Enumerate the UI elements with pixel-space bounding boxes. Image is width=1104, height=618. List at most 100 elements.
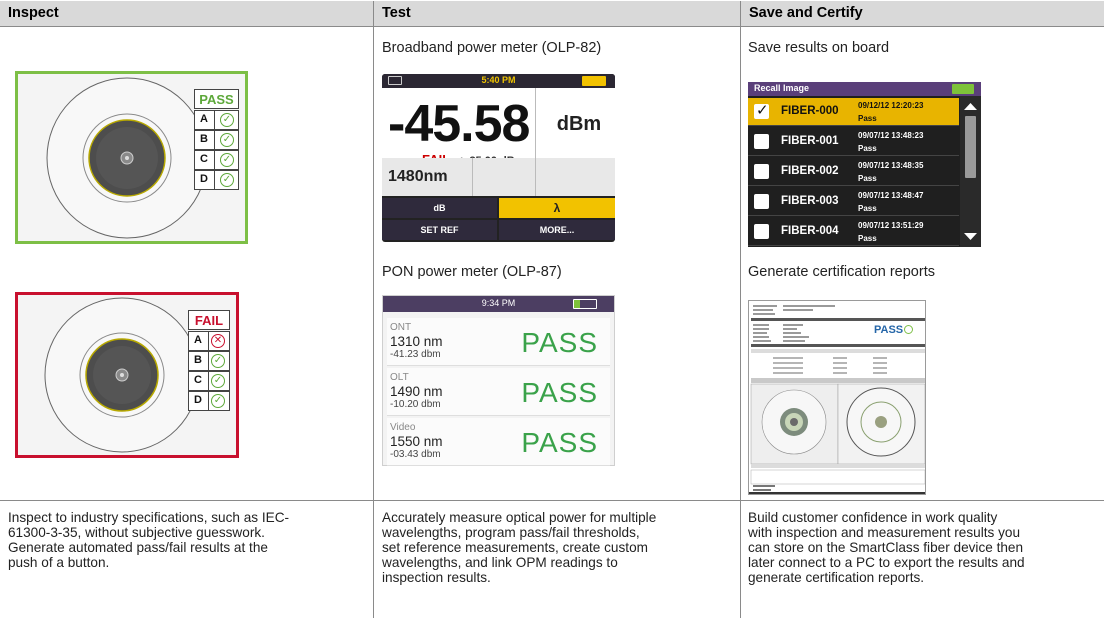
reading-panel: -45.58 dBm FAIL < -35.00 dBm [382, 88, 615, 167]
file-date: 09/07/12 13:48:23 [858, 131, 924, 140]
battery-icon [573, 299, 597, 309]
lambda-button[interactable]: λ [499, 198, 615, 218]
file-row[interactable]: FIBER-001 09/07/12 13:48:23 Pass [748, 128, 959, 156]
clock: 5:40 PM [481, 75, 516, 85]
zone-divider [208, 392, 209, 410]
title-bar: Recall Image [748, 82, 981, 96]
checkbox[interactable] [754, 224, 769, 239]
check-circle-icon: ✓ [220, 133, 234, 147]
zone-divider [214, 111, 215, 129]
file-name: FIBER-000 [781, 105, 839, 117]
file-date: 09/07/12 13:51:29 [858, 221, 924, 230]
file-row[interactable]: ✓ FIBER-000 09/12/12 12:20:23 Pass [748, 98, 959, 126]
db-button[interactable]: dB [382, 198, 497, 218]
check-circle-icon: ✓ [211, 354, 225, 368]
battery-fill [574, 300, 580, 308]
measurement-result: PASS [521, 427, 598, 458]
file-name: FIBER-003 [781, 195, 839, 207]
report-verdict-text: PASS [874, 324, 904, 336]
zone-row: D ✓ [194, 170, 239, 190]
zone-divider [214, 171, 215, 189]
file-date: 09/12/12 12:20:23 [858, 101, 924, 110]
caption-save-results: Save results on board [748, 40, 890, 56]
zone-label: A [194, 334, 202, 346]
certification-report-image: PASS [748, 300, 926, 495]
inspect-description: Inspect to industry specifications, such… [8, 510, 368, 570]
file-name: FIBER-002 [781, 165, 839, 177]
verdict-pass-label: PASS [194, 89, 239, 109]
more-button[interactable]: MORE... [499, 220, 615, 240]
zone-row: B ✓ [194, 130, 239, 150]
description-line: inspection results. [382, 570, 491, 585]
measurement-wavelength: 1310 nm [390, 334, 443, 349]
zone-row: D ✓ [188, 391, 230, 411]
description-line: later connect to a PC to export the resu… [748, 555, 1025, 570]
checkbox[interactable] [754, 134, 769, 149]
wavelength-value: 1480nm [388, 168, 448, 185]
olp82-screen: 5:40 PM -45.58 dBm FAIL < -35.00 dBm 148… [382, 74, 615, 242]
description-line: with inspection and measurement results … [748, 525, 1021, 540]
description-line: generate certification reports. [748, 570, 925, 585]
measurement-row: ONT 1310 nm -41.23 dbm PASS [387, 318, 610, 366]
file-date: 09/07/12 13:48:35 [858, 161, 924, 170]
power-unit: dBm [556, 113, 602, 135]
description-line: Inspect to industry specifications, such… [8, 510, 290, 525]
caption-certification: Generate certification reports [748, 264, 935, 280]
description-line: set reference measurements, create custo… [382, 540, 648, 555]
measurement-row: Video 1550 nm -03.43 dbm PASS [387, 418, 610, 466]
file-name: FIBER-001 [781, 135, 839, 147]
zone-row: A ✕ [188, 331, 230, 351]
measurement-result: PASS [521, 377, 598, 408]
panel-divider [535, 88, 536, 158]
caption-broadband: Broadband power meter (OLP-82) [382, 40, 602, 56]
checkmark-icon: ✓ [756, 102, 769, 119]
file-row[interactable]: FIBER-004 09/07/12 13:51:29 Pass [748, 218, 959, 246]
check-circle-icon: ✓ [211, 374, 225, 388]
zone-row: B ✓ [188, 351, 230, 371]
header-test: Test [374, 1, 740, 26]
set-ref-button[interactable]: SET REF [382, 220, 497, 240]
description-line: can store on the SmartClass fiber device… [748, 540, 1024, 555]
measurement-label: Video [390, 422, 416, 433]
measurement-row: OLT 1490 nm -10.20 dbm PASS [387, 368, 610, 416]
inspection-pass-image: PASS A ✓ B ✓ C ✓ D ✓ [15, 71, 248, 244]
caption-pon: PON power meter (OLP-87) [382, 264, 562, 280]
description-line: 61300-3-35, without subjective guesswork… [8, 525, 265, 540]
file-status: Pass [858, 144, 877, 153]
checkbox[interactable] [754, 164, 769, 179]
file-row[interactable]: FIBER-003 09/07/12 13:48:47 Pass [748, 188, 959, 216]
zone-divider [208, 332, 209, 350]
scrollbar[interactable] [960, 96, 981, 247]
measurement-power: -03.43 dbm [390, 449, 441, 460]
status-bar: 5:40 PM [382, 74, 615, 88]
checkbox[interactable] [754, 194, 769, 209]
description-line: wavelengths, and link OPM readings to [382, 555, 618, 570]
zone-label: C [194, 374, 202, 386]
zone-divider [208, 352, 209, 370]
check-circle-icon: ✓ [220, 113, 234, 127]
zone-row: C ✓ [188, 371, 230, 391]
row-divider [0, 26, 1104, 27]
file-status: Pass [858, 174, 877, 183]
x-circle-icon: ✕ [211, 334, 225, 348]
check-circle-icon: ✓ [220, 153, 234, 167]
description-line: push of a button. [8, 555, 110, 570]
checkbox[interactable]: ✓ [754, 102, 769, 119]
check-circle-icon: ✓ [220, 173, 234, 187]
power-value: -45.58 [388, 95, 530, 153]
zone-row: A ✓ [194, 110, 239, 130]
panel-divider [535, 158, 536, 196]
file-status: Pass [858, 204, 877, 213]
zone-divider [214, 131, 215, 149]
file-date: 09/07/12 13:48:47 [858, 191, 924, 200]
zone-label: B [200, 133, 208, 145]
zone-label: C [200, 153, 208, 165]
row-divider [0, 500, 1104, 501]
header-inspect: Inspect [0, 1, 373, 26]
description-line: Generate automated pass/fail results at … [8, 540, 268, 555]
description-line: Build customer confidence in work qualit… [748, 510, 998, 525]
check-circle-icon [904, 325, 914, 334]
status-bar: 9:34 PM [383, 296, 614, 312]
file-row[interactable]: FIBER-002 09/07/12 13:48:35 Pass [748, 158, 959, 186]
wavelength-row: 1480nm [382, 158, 615, 196]
